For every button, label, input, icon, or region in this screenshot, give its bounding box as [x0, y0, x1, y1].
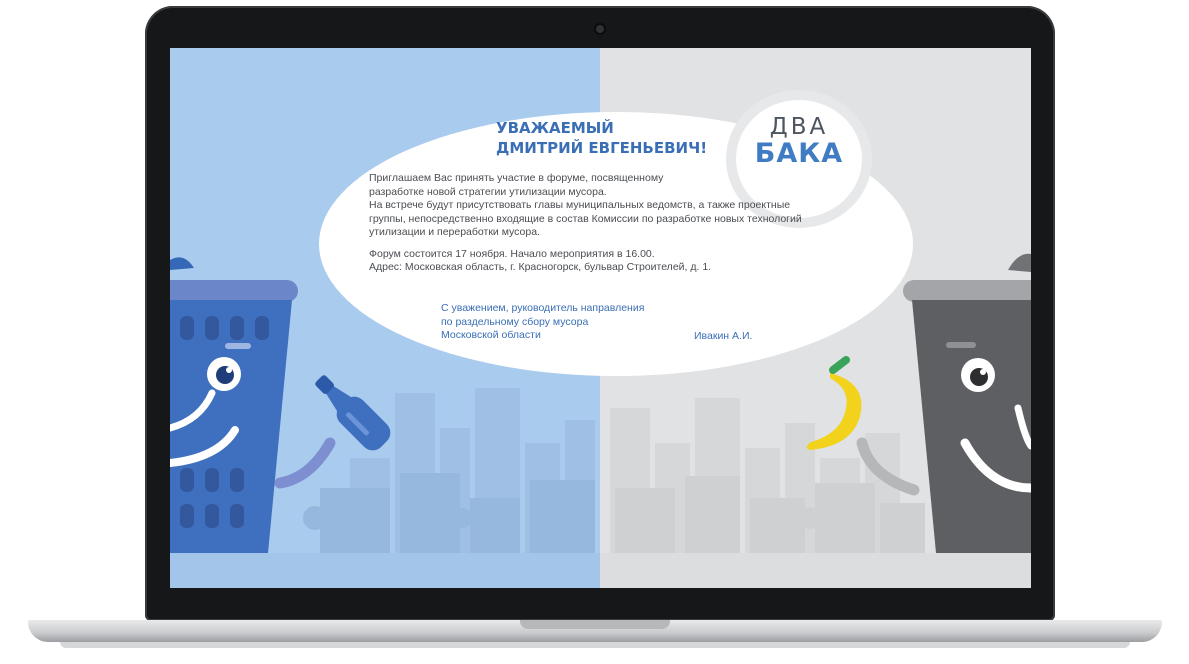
signature-name: Ивакин А.И. [694, 330, 753, 342]
invitation-body: Приглашаем Вас принять участие в форуме,… [369, 172, 899, 275]
body-line: утилизации и переработки мусора. [369, 226, 540, 238]
greeting-line-1: УВАЖАЕМЫЙ [496, 119, 614, 137]
left-city-front [303, 473, 595, 553]
event-address-line: Адрес: Московская область, г. Красногорс… [369, 261, 712, 273]
greeting-line-2: ДМИТРИЙ ЕВГЕНЬЕВИЧ! [496, 139, 708, 157]
event-date-line: Форум состоится 17 ноября. Начало меропр… [369, 247, 655, 260]
bottle-icon [315, 375, 391, 451]
greeting-headline: УВАЖАЕМЫЙ ДМИТРИЙ ЕВГЕНЬЕВИЧ! [496, 118, 756, 158]
body-line: На встрече будут присутствовать главы му… [369, 199, 791, 211]
blue-trash-bin-character [170, 257, 336, 553]
signature-line: С уважением, руководитель направления [441, 302, 645, 314]
body-line: группы, непосредственно входящие в соста… [369, 212, 802, 225]
laptop-foot [60, 642, 1130, 648]
laptop-screen: ДВА БАКА УВАЖАЕМЫЙ ДМИТРИЙ ЕВГЕНЬЕВИЧ! П… [170, 48, 1031, 588]
laptop-mockup: ДВА БАКА УВАЖАЕМЫЙ ДМИТРИЙ ЕВГЕНЬЕВИЧ! П… [0, 0, 1189, 664]
signature-line: по раздельному сбору мусора [441, 315, 589, 328]
right-ground [600, 553, 1031, 588]
body-line: разработке новой стратегии утилизации му… [369, 185, 607, 198]
laptop-notch [520, 620, 670, 629]
webcam-icon [596, 25, 604, 33]
body-line: Приглашаем Вас принять участие в форуме,… [369, 172, 664, 184]
left-ground [170, 553, 600, 588]
